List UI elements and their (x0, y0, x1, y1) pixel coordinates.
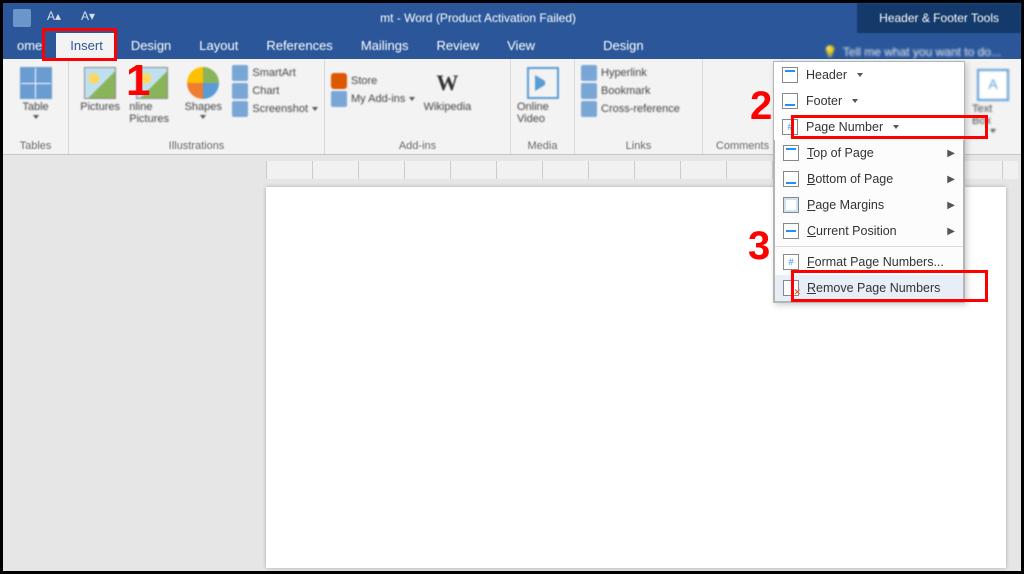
text-box-button[interactable]: A Text Box (972, 65, 1014, 153)
tab-layout[interactable]: Layout (185, 33, 252, 59)
tab-home[interactable]: ome (3, 33, 56, 59)
hyperlink-button[interactable]: Hyperlink (581, 65, 680, 81)
text-box-icon: A (977, 69, 1009, 101)
table-button[interactable]: Table (9, 63, 62, 119)
my-addins-button[interactable]: My Add-ins (331, 91, 415, 107)
tell-me-placeholder: Tell me what you want to do... (843, 45, 1001, 59)
table-icon (20, 67, 52, 99)
online-video-button[interactable]: Online Video (517, 63, 568, 125)
remove-page-numbers-icon (783, 280, 799, 296)
tab-mailings[interactable]: Mailings (347, 33, 423, 59)
smartart-icon (232, 65, 248, 81)
chevron-right-icon: ▶ (947, 174, 955, 185)
video-icon (527, 67, 559, 99)
chart-button[interactable]: Chart (232, 83, 318, 99)
tab-design[interactable]: Design (117, 33, 185, 59)
header-icon (782, 67, 798, 83)
hyperlink-icon (581, 65, 597, 81)
font-size-down-icon[interactable]: A▾ (81, 9, 99, 27)
wikipedia-button[interactable]: W Wikipedia (419, 63, 475, 113)
page-number-icon: # (782, 119, 798, 135)
footer-menu[interactable]: Footer (774, 88, 964, 114)
tab-insert[interactable]: Insert (56, 33, 117, 59)
header-menu[interactable]: Header (774, 62, 964, 88)
header-footer-dropdown: Header Footer # Page Number Top of Page … (773, 61, 965, 303)
pictures-icon (84, 67, 116, 99)
store-icon (331, 73, 347, 89)
format-page-numbers-menu[interactable]: # Format Page Numbers... (775, 249, 963, 275)
top-of-page-icon (783, 145, 799, 161)
group-tables: Tables (9, 140, 62, 154)
tab-references[interactable]: References (252, 33, 346, 59)
save-icon[interactable] (13, 9, 31, 27)
group-illustrations: Illustrations (75, 140, 318, 154)
page-number-menu[interactable]: # Page Number (774, 114, 964, 140)
tell-me-search[interactable]: 💡 Tell me what you want to do... (803, 45, 1021, 59)
format-page-numbers-icon: # (783, 254, 799, 270)
screenshot-button[interactable]: Screenshot (232, 101, 318, 117)
group-media: Media (517, 140, 568, 154)
addins-icon (331, 91, 347, 107)
cross-reference-button[interactable]: Cross-reference (581, 101, 680, 117)
ribbon: Table Tables Pictures nline Pictures Sha… (3, 59, 1021, 155)
page-margins-icon (783, 197, 799, 213)
chevron-right-icon: ▶ (947, 148, 955, 159)
screenshot-icon (232, 101, 248, 117)
crossref-icon (581, 101, 597, 117)
group-addins: Add-ins (331, 140, 504, 154)
bottom-of-page-icon (783, 171, 799, 187)
chevron-right-icon: ▶ (947, 200, 955, 211)
title-bar: A▴ A▾ mt - Word (Product Activation Fail… (3, 3, 1021, 33)
lightbulb-icon: 💡 (823, 45, 837, 59)
top-of-page-menu[interactable]: Top of Page ▶ (775, 140, 963, 166)
current-position-icon (783, 223, 799, 239)
shapes-icon (187, 67, 219, 99)
contextual-tab-group: Header & Footer Tools (857, 3, 1021, 33)
bookmark-button[interactable]: Bookmark (581, 83, 680, 99)
window-title: mt - Word (Product Activation Failed) (99, 11, 857, 25)
group-comments: Comments (709, 140, 776, 154)
ribbon-tabs: ome Insert Design Layout References Mail… (3, 33, 1021, 59)
tab-context-design[interactable]: Design (589, 33, 657, 59)
group-links: Links (581, 140, 696, 154)
font-size-up-icon[interactable]: A▴ (47, 9, 65, 27)
wikipedia-icon: W (431, 67, 463, 99)
bookmark-icon (581, 83, 597, 99)
shapes-button[interactable]: Shapes (178, 63, 228, 119)
online-pictures-icon (136, 67, 168, 99)
online-pictures-button[interactable]: nline Pictures (129, 63, 174, 125)
pictures-button[interactable]: Pictures (75, 63, 125, 113)
page-margins-menu[interactable]: Page Margins ▶ (775, 192, 963, 218)
remove-page-numbers-menu[interactable]: Remove Page Numbers (775, 275, 963, 301)
chevron-right-icon: ▶ (947, 226, 955, 237)
current-position-menu[interactable]: Current Position ▶ (775, 218, 963, 244)
tab-review[interactable]: Review (423, 33, 494, 59)
bottom-of-page-menu[interactable]: Bottom of Page ▶ (775, 166, 963, 192)
smartart-button[interactable]: SmartArt (232, 65, 318, 81)
quick-access-toolbar: A▴ A▾ (3, 9, 99, 27)
chart-icon (232, 83, 248, 99)
footer-icon (782, 93, 798, 109)
tab-view[interactable]: View (493, 33, 549, 59)
store-button[interactable]: Store (331, 73, 415, 89)
